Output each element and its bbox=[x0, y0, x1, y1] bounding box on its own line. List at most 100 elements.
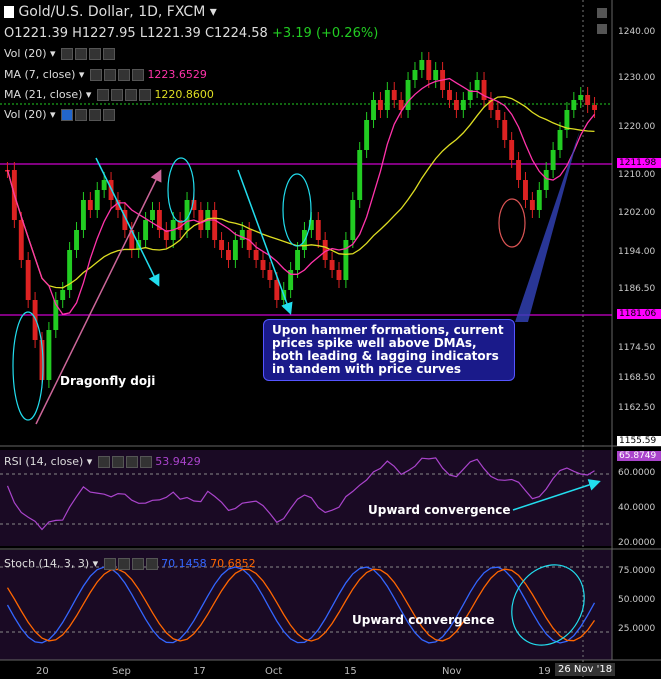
candle-body bbox=[18, 220, 24, 260]
rsi-tick: 60.0000 bbox=[618, 468, 656, 478]
candle-body bbox=[405, 80, 411, 110]
price-tag-last: 1155.59 bbox=[617, 436, 661, 446]
rsi-tick: 20.0000 bbox=[618, 538, 656, 548]
candle-body bbox=[212, 210, 218, 240]
candle-body bbox=[198, 210, 204, 230]
candle-body bbox=[350, 200, 356, 240]
eye-icon bbox=[96, 89, 109, 101]
gear-icon bbox=[117, 558, 130, 570]
legend-ma7[interactable]: MA (7, close) ▾ 1223.6529 bbox=[4, 68, 207, 81]
symbol-flag-icon bbox=[4, 6, 14, 18]
candle-body bbox=[25, 260, 31, 300]
price-tick: 1202.00 bbox=[618, 208, 656, 218]
plus-icon bbox=[117, 69, 130, 81]
settings-icon[interactable] bbox=[597, 24, 607, 34]
close-icon bbox=[103, 109, 116, 121]
annotation-box: Upon hammer formations, current prices s… bbox=[263, 319, 515, 381]
candle-body bbox=[143, 220, 149, 240]
candle-body bbox=[357, 150, 363, 200]
candle-body bbox=[101, 180, 107, 190]
eye-icon bbox=[61, 109, 74, 121]
candle-body bbox=[474, 80, 480, 90]
maximize-icon[interactable] bbox=[597, 8, 607, 18]
candle-body bbox=[433, 70, 439, 80]
stoch-tick: 50.0000 bbox=[618, 595, 656, 605]
candle-body bbox=[495, 110, 501, 120]
candle-body bbox=[384, 90, 390, 110]
candle-body bbox=[150, 210, 155, 220]
candle-body bbox=[336, 270, 342, 280]
close-icon bbox=[138, 89, 151, 101]
eye-icon bbox=[97, 456, 110, 468]
price-tag-level2: 1181.06 bbox=[617, 309, 661, 319]
legend-ma21[interactable]: MA (21, close) ▾ 1220.8600 bbox=[4, 88, 214, 101]
symbol-title[interactable]: Gold/U.S. Dollar, 1D, FXCM ▾ bbox=[4, 4, 217, 20]
candle-body bbox=[460, 100, 466, 110]
candle-body bbox=[322, 240, 328, 260]
close-icon bbox=[139, 456, 152, 468]
candle-body bbox=[391, 90, 397, 100]
legend-vol-2[interactable]: Vol (20) ▾ bbox=[4, 108, 116, 121]
plus-icon bbox=[131, 558, 144, 570]
candle-body bbox=[232, 240, 238, 260]
plus-icon bbox=[89, 109, 102, 121]
candle-body bbox=[87, 200, 93, 210]
gear-icon bbox=[75, 48, 88, 60]
stoch-note: Upward convergence bbox=[352, 613, 495, 627]
candle-body bbox=[74, 230, 79, 250]
candle-body bbox=[32, 300, 38, 340]
legend-rsi[interactable]: RSI (14, close) ▾ 53.9429 bbox=[4, 455, 201, 468]
eye-icon bbox=[89, 69, 102, 81]
eye-icon bbox=[103, 558, 116, 570]
close-icon bbox=[131, 69, 144, 81]
legend-vol-1[interactable]: Vol (20) ▾ bbox=[4, 47, 116, 60]
candle-body bbox=[94, 190, 100, 210]
price-tag-level1: 1211.98 bbox=[617, 158, 661, 168]
price-tick: 1230.00 bbox=[618, 73, 656, 83]
candle-body bbox=[412, 70, 418, 80]
date-badge: 26 Nov '18 bbox=[555, 663, 616, 676]
candle-body bbox=[377, 100, 383, 110]
candle-body bbox=[536, 190, 542, 210]
legend-stoch[interactable]: Stoch (14, 3, 3) ▾ 70.1458 70.6852 bbox=[4, 557, 256, 570]
candle-body bbox=[516, 160, 522, 180]
candle-body bbox=[502, 120, 508, 140]
price-tick: 1240.00 bbox=[618, 27, 656, 37]
candle-body bbox=[419, 60, 425, 70]
candle-body bbox=[46, 330, 52, 380]
eye-icon bbox=[61, 48, 74, 60]
plus-icon bbox=[124, 89, 137, 101]
gear-icon bbox=[75, 109, 88, 121]
plus-icon bbox=[89, 48, 102, 60]
candle-body bbox=[426, 60, 432, 80]
candle-body bbox=[543, 170, 549, 190]
price-tick: 1162.50 bbox=[618, 403, 656, 413]
candle-body bbox=[253, 250, 259, 260]
close-icon bbox=[145, 558, 158, 570]
rsi-value-tag: 65.8749 bbox=[617, 451, 661, 461]
price-tick: 1186.50 bbox=[618, 284, 656, 294]
gear-icon bbox=[111, 456, 124, 468]
candle-body bbox=[578, 95, 584, 100]
candle-body bbox=[529, 200, 535, 210]
candle-body bbox=[509, 140, 515, 160]
candle-body bbox=[219, 240, 225, 250]
candle-body bbox=[260, 260, 266, 270]
ohlc-readout: O1221.39 H1227.95 L1221.39 C1224.58 +3.1… bbox=[4, 26, 379, 41]
x-tick: 17 bbox=[193, 666, 206, 677]
x-tick: 19 bbox=[538, 666, 551, 677]
price-tick: 1168.50 bbox=[618, 373, 656, 383]
candle-body bbox=[571, 100, 577, 110]
candle-body bbox=[60, 290, 66, 300]
x-tick: Nov bbox=[442, 666, 462, 677]
candle-body bbox=[557, 130, 563, 150]
candle-body bbox=[453, 100, 459, 110]
rsi-note: Upward convergence bbox=[368, 503, 511, 517]
x-tick: 15 bbox=[344, 666, 357, 677]
candle-body bbox=[523, 180, 528, 200]
candle-body bbox=[550, 150, 556, 170]
price-tick: 1210.00 bbox=[618, 170, 656, 180]
close-icon bbox=[103, 48, 116, 60]
plus-icon bbox=[125, 456, 138, 468]
gear-icon bbox=[103, 69, 116, 81]
